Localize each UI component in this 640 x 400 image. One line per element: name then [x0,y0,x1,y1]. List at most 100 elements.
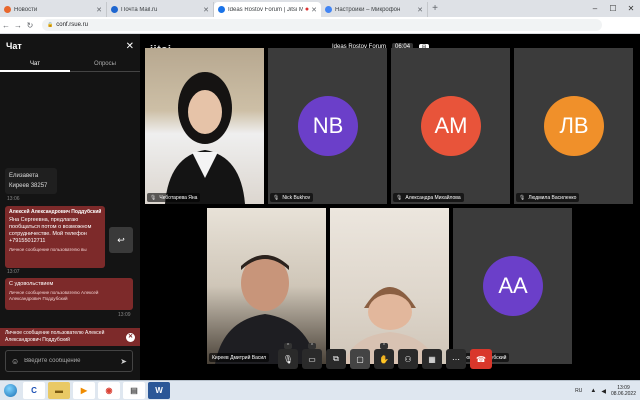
participant-tile[interactable]: 🎙 Чеботарева Яна [145,48,264,204]
participants-icon: ⚇ [404,354,412,364]
message-line: Киреев 38257 [9,183,48,189]
message-time: 13:07 [7,269,20,275]
forward-icon[interactable]: → [12,21,24,30]
chat-toggle-button[interactable]: ▢ [350,349,370,369]
browser-tab-jitsi[interactable]: Ideas Rostov Forum | Jitsi Meet ● ✕ [214,2,321,17]
minimize-icon[interactable]: – [586,0,604,17]
url-field[interactable]: 🔒 conf.rsue.ru [42,19,602,31]
participant-tile[interactable]: ЛВ 🎙 Людмила Василенко [514,48,633,204]
volume-icon[interactable]: ◀ [601,388,606,395]
participant-tile[interactable]: АА ндрович Поддубский [453,208,572,364]
video-stage: jitsi Ideas Rostov Forum 06:04 ⊟ 🎙 Чебот… [140,34,640,380]
participants-button[interactable]: ⚇ [398,349,418,369]
participant-tile[interactable]: Киреев Дмитрий Васил [207,208,326,364]
mic-muted-icon: 🎙 [273,194,280,201]
taskbar-app-explorer[interactable]: ▬ [48,382,70,399]
close-icon[interactable]: ✕ [96,6,102,14]
more-actions-button[interactable]: ⋯ [446,349,466,369]
calculator-icon: ▤ [130,386,138,395]
start-button[interactable] [0,382,20,400]
private-message: С удовольствием Личное сообщение пользов… [5,278,133,310]
taskbar-app-media[interactable]: ▶ [73,382,95,399]
meeting-toolbar: ^ 🎙 ^ ▭ ⧉ ▢ ^ ✋ ⚇ ▦ ⋯ ☎ [278,343,496,371]
share-screen-button[interactable]: ⧉ [326,349,346,369]
reload-icon[interactable]: ↻ [24,21,36,30]
participant-avatar: NB [298,96,358,156]
reply-icon: ↩ [117,234,125,245]
participant-tile[interactable]: NB 🎙 Nick Bukhov [268,48,387,204]
message-input[interactable] [24,358,121,364]
message-body: С удовольствием [9,281,54,287]
news-favicon-icon [4,6,11,13]
emoji-icon[interactable]: ☺ [11,357,19,366]
media-player-icon: ▶ [80,386,88,395]
participant-name: Людмила Василенко [528,194,577,201]
browser-tab-mail[interactable]: Почта Mail.ru ✕ [107,2,214,17]
participant-tile[interactable]: АМ 🎙 Александра Михайлова [391,48,510,204]
private-message-banner: Личное сообщение пользователю Алексей Ал… [0,328,140,346]
close-icon[interactable]: ✕ [311,6,317,14]
tab-label: Почта Mail.ru [121,6,158,13]
participant-name-label: 🎙 Людмила Василенко [516,193,580,202]
person-silhouette-icon [215,255,317,364]
tile-view-button[interactable]: ▦ [422,349,442,369]
windows-taskbar: C ▬ ▶ ◉ ▤ W RU ▲ ◀ 13:09 08.06.2022 [0,380,640,400]
chevron-up-icon[interactable]: ^ [380,343,388,349]
participant-avatar: АМ [421,96,481,156]
close-icon[interactable]: ✕ [203,6,209,14]
message-sender: Алексей Александрович Поддубский [9,209,101,215]
mic-muted-icon: 🎙 [519,194,526,201]
word-icon: W [155,386,163,395]
microphone-button[interactable]: ^ 🎙 [278,343,298,369]
mic-off-icon: 🎙 [282,354,294,364]
clock[interactable]: 13:09 08.06.2022 [611,385,636,397]
network-icon[interactable]: ▲ [590,388,596,394]
taskbar-app-word[interactable]: W [148,382,170,399]
back-icon[interactable]: ← [0,21,12,30]
settings-favicon-icon [325,6,332,13]
participant-name: Александра Михайлова [405,194,461,201]
private-reply-button[interactable]: ↩ [109,227,133,253]
chat-input-box: ☺ ➤ [5,350,133,372]
close-icon[interactable]: ✕ [417,6,423,14]
participant-name-label: 🎙 Nick Bukhov [270,193,314,202]
participant-name-label: 🎙 Александра Михайлова [393,193,464,202]
camera-icon: ▭ [308,354,316,364]
chevron-up-icon[interactable]: ^ [284,343,292,349]
maximize-icon[interactable]: ☐ [604,0,622,17]
browser-tab-news[interactable]: Новости ✕ [0,2,107,17]
close-icon[interactable]: ✕ [126,332,135,342]
taskbar-app-ie[interactable]: C [23,382,45,399]
screen-share-icon: ⧉ [333,354,339,363]
browser-tab-settings[interactable]: Настройки – Микрофон ✕ [321,2,428,17]
message-body: Яна Сергеевна, предлагаю пообщаться пото… [9,217,92,244]
camera-video [330,208,449,364]
hand-icon: ✋ [379,354,389,364]
address-bar: ← → ↻ 🔒 conf.rsue.ru [0,17,640,34]
chrome-icon: ◉ [105,386,113,395]
tab-label: Настройки – Микрофон [335,6,401,13]
taskbar-app-chrome[interactable]: ◉ [98,382,120,399]
hangup-button[interactable]: ☎ [470,349,492,369]
language-indicator[interactable]: RU [575,388,582,394]
chat-message: Елизавета Киреев 38257 [5,168,57,194]
participant-name: Киреев Дмитрий Васил [212,354,267,361]
chevron-up-icon[interactable]: ^ [308,343,316,349]
grid-icon: ▦ [428,354,436,364]
tab-polls[interactable]: Опросы [70,58,140,72]
close-window-icon[interactable]: ✕ [622,0,640,17]
send-icon[interactable]: ➤ [120,357,127,366]
tab-chat[interactable]: Чат [0,58,70,72]
close-icon[interactable]: ✕ [126,41,134,52]
camera-button[interactable]: ^ ▭ [302,343,322,369]
raise-hand-button[interactable]: ^ ✋ [374,343,394,369]
mail-favicon-icon [111,6,118,13]
new-tab-button[interactable]: + [428,2,442,17]
participant-tile[interactable] [330,208,449,364]
window-controls: – ☐ ✕ [586,0,640,17]
person-silhouette-icon [165,72,245,204]
private-message: Алексей Александрович Поддубский Яна Сер… [5,206,105,268]
camera-video [207,208,326,364]
taskbar-app-calculator[interactable]: ▤ [123,382,145,399]
chat-header: Чат ✕ [0,34,140,58]
